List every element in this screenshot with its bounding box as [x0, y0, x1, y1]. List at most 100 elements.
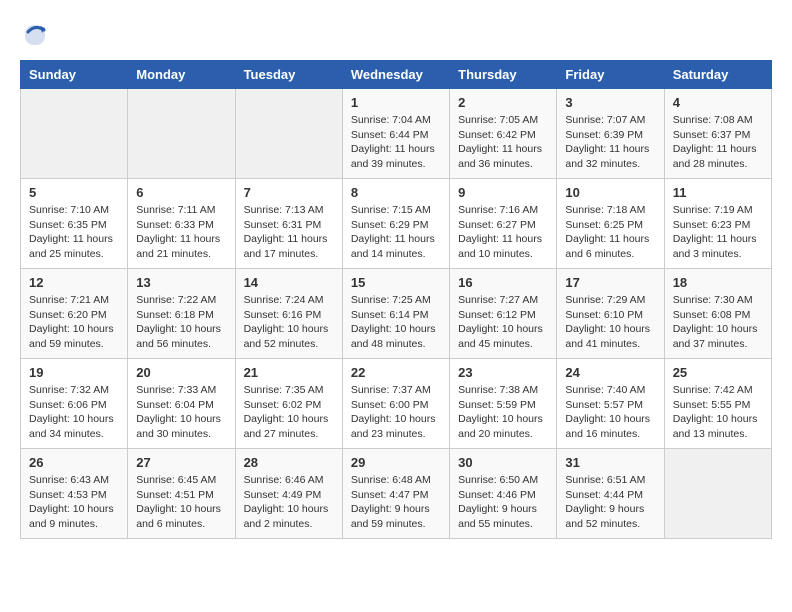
- day-info: Sunrise: 7:33 AM Sunset: 6:04 PM Dayligh…: [136, 383, 226, 442]
- day-number: 27: [136, 455, 226, 470]
- day-number: 18: [673, 275, 763, 290]
- day-info: Sunrise: 7:40 AM Sunset: 5:57 PM Dayligh…: [565, 383, 655, 442]
- week-row-4: 19Sunrise: 7:32 AM Sunset: 6:06 PM Dayli…: [21, 359, 772, 449]
- day-number: 3: [565, 95, 655, 110]
- calendar-cell: 19Sunrise: 7:32 AM Sunset: 6:06 PM Dayli…: [21, 359, 128, 449]
- header-day-wednesday: Wednesday: [342, 61, 449, 89]
- day-number: 26: [29, 455, 119, 470]
- calendar-cell: 6 Sunrise: 7:11 AM Sunset: 6:33 PM Daylig…: [128, 179, 235, 269]
- header-row: SundayMondayTuesdayWednesdayThursdayFrid…: [21, 61, 772, 89]
- day-info: Sunrise: 6:43 AM Sunset: 4:53 PM Dayligh…: [29, 473, 119, 532]
- day-number: 2: [458, 95, 548, 110]
- week-row-3: 12 Sunrise: 7:21 AM Sunset: 6:20 PM Dayli…: [21, 269, 772, 359]
- day-info: Sunrise: 7:21 AM Sunset: 6:20 PM Dayligh…: [29, 293, 119, 352]
- day-info: Sunrise: 7:24 AM Sunset: 6:16 PM Dayligh…: [244, 293, 334, 352]
- day-info: Sunrise: 7:13 AM Sunset: 6:31 PM Dayligh…: [244, 203, 334, 262]
- calendar-cell: 23 Sunrise: 7:38 AM Sunset: 5:59 PM Dayli…: [450, 359, 557, 449]
- day-info: Sunrise: 7:29 AM Sunset: 6:10 PM Dayligh…: [565, 293, 655, 352]
- calendar-header: SundayMondayTuesdayWednesdayThursdayFrid…: [21, 61, 772, 89]
- day-number: 13: [136, 275, 226, 290]
- calendar-cell: 21 Sunrise: 7:35 AM Sunset: 6:02 PM Dayli…: [235, 359, 342, 449]
- calendar-cell: [128, 89, 235, 179]
- calendar-cell: 20 Sunrise: 7:33 AM Sunset: 6:04 PM Dayli…: [128, 359, 235, 449]
- calendar-cell: 24 Sunrise: 7:40 AM Sunset: 5:57 PM Dayli…: [557, 359, 664, 449]
- day-info: Sunrise: 7:27 AM Sunset: 6:12 PM Dayligh…: [458, 293, 548, 352]
- calendar-cell: 11 Sunrise: 7:19 AM Sunset: 6:23 PM Dayli…: [664, 179, 771, 269]
- calendar-cell: 2 Sunrise: 7:05 AM Sunset: 6:42 PM Daylig…: [450, 89, 557, 179]
- calendar-cell: 16 Sunrise: 7:27 AM Sunset: 6:12 PM Dayli…: [450, 269, 557, 359]
- day-info: Sunrise: 7:05 AM Sunset: 6:42 PM Dayligh…: [458, 113, 548, 172]
- calendar-cell: 29Sunrise: 6:48 AM Sunset: 4:47 PM Dayli…: [342, 449, 449, 539]
- calendar-cell: [21, 89, 128, 179]
- day-info: Sunrise: 7:18 AM Sunset: 6:25 PM Dayligh…: [565, 203, 655, 262]
- day-number: 11: [673, 185, 763, 200]
- day-number: 14: [244, 275, 334, 290]
- day-number: 6: [136, 185, 226, 200]
- day-number: 7: [244, 185, 334, 200]
- day-number: 24: [565, 365, 655, 380]
- day-info: Sunrise: 7:22 AM Sunset: 6:18 PM Dayligh…: [136, 293, 226, 352]
- day-number: 20: [136, 365, 226, 380]
- day-number: 21: [244, 365, 334, 380]
- calendar-table: SundayMondayTuesdayWednesdayThursdayFrid…: [20, 60, 772, 539]
- header-day-tuesday: Tuesday: [235, 61, 342, 89]
- calendar-cell: 28 Sunrise: 6:46 AM Sunset: 4:49 PM Dayli…: [235, 449, 342, 539]
- day-info: Sunrise: 7:08 AM Sunset: 6:37 PM Dayligh…: [673, 113, 763, 172]
- day-info: Sunrise: 7:10 AM Sunset: 6:35 PM Dayligh…: [29, 203, 119, 262]
- calendar-cell: 22Sunrise: 7:37 AM Sunset: 6:00 PM Dayli…: [342, 359, 449, 449]
- calendar-cell: 10 Sunrise: 7:18 AM Sunset: 6:25 PM Dayli…: [557, 179, 664, 269]
- day-number: 5: [29, 185, 119, 200]
- calendar-cell: 15 Sunrise: 7:25 AM Sunset: 6:14 PM Dayli…: [342, 269, 449, 359]
- calendar-cell: 30 Sunrise: 6:50 AM Sunset: 4:46 PM Dayli…: [450, 449, 557, 539]
- calendar-cell: 12 Sunrise: 7:21 AM Sunset: 6:20 PM Dayli…: [21, 269, 128, 359]
- day-number: 30: [458, 455, 548, 470]
- calendar-cell: [664, 449, 771, 539]
- calendar-cell: 3Sunrise: 7:07 AM Sunset: 6:39 PM Daylig…: [557, 89, 664, 179]
- calendar-cell: 18Sunrise: 7:30 AM Sunset: 6:08 PM Dayli…: [664, 269, 771, 359]
- calendar-body: 1 Sunrise: 7:04 AM Sunset: 6:44 PM Daylig…: [21, 89, 772, 539]
- day-info: Sunrise: 7:15 AM Sunset: 6:29 PM Dayligh…: [351, 203, 441, 262]
- calendar-cell: 25Sunrise: 7:42 AM Sunset: 5:55 PM Dayli…: [664, 359, 771, 449]
- day-number: 22: [351, 365, 441, 380]
- calendar-cell: 9 Sunrise: 7:16 AM Sunset: 6:27 PM Daylig…: [450, 179, 557, 269]
- calendar-cell: 17 Sunrise: 7:29 AM Sunset: 6:10 PM Dayli…: [557, 269, 664, 359]
- header-day-thursday: Thursday: [450, 61, 557, 89]
- day-number: 31: [565, 455, 655, 470]
- day-number: 28: [244, 455, 334, 470]
- day-number: 9: [458, 185, 548, 200]
- day-number: 17: [565, 275, 655, 290]
- header-day-saturday: Saturday: [664, 61, 771, 89]
- calendar-cell: 7 Sunrise: 7:13 AM Sunset: 6:31 PM Daylig…: [235, 179, 342, 269]
- day-number: 23: [458, 365, 548, 380]
- day-number: 10: [565, 185, 655, 200]
- calendar-cell: [235, 89, 342, 179]
- day-info: Sunrise: 7:25 AM Sunset: 6:14 PM Dayligh…: [351, 293, 441, 352]
- day-info: Sunrise: 7:04 AM Sunset: 6:44 PM Dayligh…: [351, 113, 441, 172]
- day-number: 25: [673, 365, 763, 380]
- calendar-cell: 8Sunrise: 7:15 AM Sunset: 6:29 PM Daylig…: [342, 179, 449, 269]
- calendar-cell: 31Sunrise: 6:51 AM Sunset: 4:44 PM Dayli…: [557, 449, 664, 539]
- logo-icon: [20, 20, 50, 50]
- day-info: Sunrise: 7:19 AM Sunset: 6:23 PM Dayligh…: [673, 203, 763, 262]
- day-info: Sunrise: 7:35 AM Sunset: 6:02 PM Dayligh…: [244, 383, 334, 442]
- day-number: 12: [29, 275, 119, 290]
- day-number: 19: [29, 365, 119, 380]
- header-day-sunday: Sunday: [21, 61, 128, 89]
- day-number: 1: [351, 95, 441, 110]
- day-info: Sunrise: 7:38 AM Sunset: 5:59 PM Dayligh…: [458, 383, 548, 442]
- calendar-cell: 14 Sunrise: 7:24 AM Sunset: 6:16 PM Dayli…: [235, 269, 342, 359]
- calendar-cell: 13 Sunrise: 7:22 AM Sunset: 6:18 PM Dayli…: [128, 269, 235, 359]
- day-info: Sunrise: 6:46 AM Sunset: 4:49 PM Dayligh…: [244, 473, 334, 532]
- week-row-2: 5 Sunrise: 7:10 AM Sunset: 6:35 PM Daylig…: [21, 179, 772, 269]
- page-header: [20, 20, 772, 50]
- calendar-cell: 1 Sunrise: 7:04 AM Sunset: 6:44 PM Daylig…: [342, 89, 449, 179]
- day-info: Sunrise: 7:16 AM Sunset: 6:27 PM Dayligh…: [458, 203, 548, 262]
- day-number: 16: [458, 275, 548, 290]
- calendar-cell: 26 Sunrise: 6:43 AM Sunset: 4:53 PM Dayli…: [21, 449, 128, 539]
- calendar-cell: 4 Sunrise: 7:08 AM Sunset: 6:37 PM Daylig…: [664, 89, 771, 179]
- day-number: 15: [351, 275, 441, 290]
- day-info: Sunrise: 6:50 AM Sunset: 4:46 PM Dayligh…: [458, 473, 548, 532]
- week-row-1: 1 Sunrise: 7:04 AM Sunset: 6:44 PM Daylig…: [21, 89, 772, 179]
- day-info: Sunrise: 7:11 AM Sunset: 6:33 PM Dayligh…: [136, 203, 226, 262]
- day-number: 4: [673, 95, 763, 110]
